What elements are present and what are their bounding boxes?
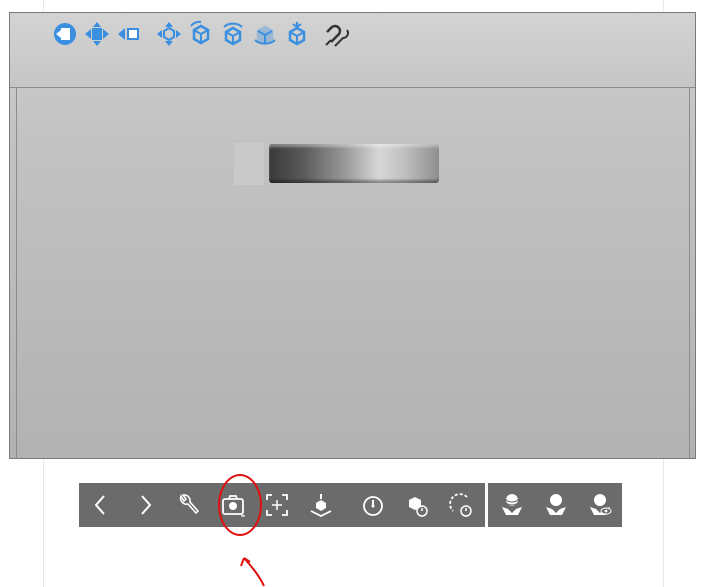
annotation-arrow	[240, 557, 265, 587]
view-center-icon[interactable]	[82, 19, 112, 49]
magnet-snap-icon[interactable]	[322, 19, 352, 49]
view-iso-3-icon[interactable]	[250, 19, 280, 49]
place-icon[interactable]	[299, 483, 343, 527]
annotation-circle	[218, 474, 262, 536]
back-icon[interactable]	[79, 483, 123, 527]
view-iso-2-icon[interactable]	[218, 19, 248, 49]
clock-icon[interactable]	[351, 483, 395, 527]
cylinder-part[interactable]	[269, 144, 439, 183]
part-shadow	[234, 143, 264, 185]
viewport-scene	[16, 87, 690, 459]
view-iso-1-icon[interactable]	[186, 19, 216, 49]
rotate-clock-icon[interactable]	[439, 483, 483, 527]
view-iso-4-icon[interactable]	[282, 19, 312, 49]
hand-drop-icon[interactable]	[534, 483, 578, 527]
toolbar-separator	[485, 483, 488, 527]
pan-icon[interactable]	[154, 19, 184, 49]
hand-eye-icon[interactable]	[578, 483, 622, 527]
view-right-icon[interactable]	[114, 19, 144, 49]
viewport-top-band	[10, 13, 695, 88]
3d-viewport[interactable]	[9, 12, 696, 459]
forward-icon[interactable]	[123, 483, 167, 527]
wrench-icon[interactable]	[167, 483, 211, 527]
bottom-toolbar	[79, 483, 622, 527]
view-left-icon[interactable]	[50, 19, 80, 49]
cube-clock-icon[interactable]	[395, 483, 439, 527]
hand-sphere-icon[interactable]	[490, 483, 534, 527]
view-toolbar	[50, 19, 352, 49]
